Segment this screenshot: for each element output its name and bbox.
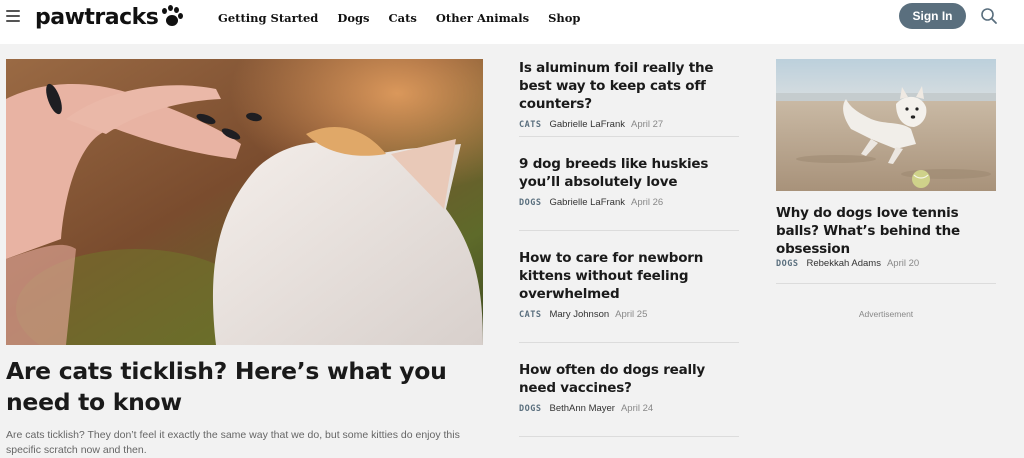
author-name[interactable]: Gabrielle LaFrank	[549, 197, 625, 208]
menu-icon[interactable]	[6, 10, 20, 24]
publish-date: April 27	[631, 119, 664, 130]
search-icon[interactable]	[980, 7, 998, 25]
main-nav: Getting Started Dogs Cats Other Animals …	[218, 11, 599, 25]
side-article-meta: DOGS Rebekkah Adams April 20	[776, 258, 919, 269]
author-name[interactable]: Rebekkah Adams	[806, 258, 880, 269]
divider	[519, 136, 739, 137]
divider	[519, 342, 739, 343]
article-item: How to care for newborn kittens without …	[519, 249, 739, 320]
category-tag[interactable]: CATS	[519, 310, 541, 320]
article-meta: DOGS BethAnn Mayer April 24	[519, 403, 739, 414]
publish-date: April 24	[620, 403, 654, 414]
advertisement-label: Advertisement	[858, 309, 914, 319]
divider	[519, 230, 739, 231]
divider	[776, 283, 996, 284]
article-meta: DOGS Gabrielle LaFrank April 26	[519, 197, 739, 208]
divider	[519, 436, 739, 437]
category-tag[interactable]: CATS	[519, 120, 541, 130]
article-meta: CATS Gabrielle LaFrank April 27	[519, 119, 739, 130]
nav-other-animals[interactable]: Other Animals	[436, 11, 529, 25]
article-item: How often do dogs really need vaccines? …	[519, 361, 739, 414]
logo-text: pawtracks	[35, 4, 159, 30]
sign-in-button[interactable]: Sign In	[899, 3, 966, 29]
publish-date: April 26	[631, 197, 664, 208]
publish-date: April 20	[886, 258, 920, 269]
author-name[interactable]: Gabrielle LaFrank	[549, 119, 625, 130]
nav-cats[interactable]: Cats	[389, 11, 417, 25]
publish-date: April 25	[615, 309, 648, 320]
category-tag[interactable]: DOGS	[519, 404, 541, 414]
side-article-image[interactable]	[776, 59, 996, 191]
nav-shop[interactable]: Shop	[548, 11, 580, 25]
side-article-title[interactable]: Why do dogs love tennis balls? What’s be…	[776, 204, 996, 258]
category-tag[interactable]: DOGS	[776, 259, 798, 269]
author-name[interactable]: Mary Johnson	[549, 309, 609, 320]
article-title[interactable]: 9 dog breeds like huskies you’ll absolut…	[519, 155, 739, 191]
hero-article-title[interactable]: Are cats ticklish? Here’s what you need …	[6, 356, 476, 418]
nav-dogs[interactable]: Dogs	[337, 11, 369, 25]
site-logo[interactable]: pawtracks	[35, 3, 184, 31]
author-name[interactable]: BethAnn Mayer	[549, 403, 614, 414]
nav-getting-started[interactable]: Getting Started	[218, 11, 318, 25]
article-title[interactable]: Is aluminum foil really the best way to …	[519, 59, 739, 113]
top-navigation-bar: pawtracks Getting Started Dogs Cats Othe…	[0, 0, 1024, 44]
hero-image[interactable]	[6, 59, 483, 345]
article-meta: CATS Mary Johnson April 25	[519, 309, 739, 320]
article-title[interactable]: How often do dogs really need vaccines?	[519, 361, 739, 397]
article-item: Is aluminum foil really the best way to …	[519, 59, 739, 130]
article-title[interactable]: How to care for newborn kittens without …	[519, 249, 739, 303]
paw-icon	[159, 5, 184, 29]
category-tag[interactable]: DOGS	[519, 198, 541, 208]
article-item: 9 dog breeds like huskies you’ll absolut…	[519, 155, 739, 208]
